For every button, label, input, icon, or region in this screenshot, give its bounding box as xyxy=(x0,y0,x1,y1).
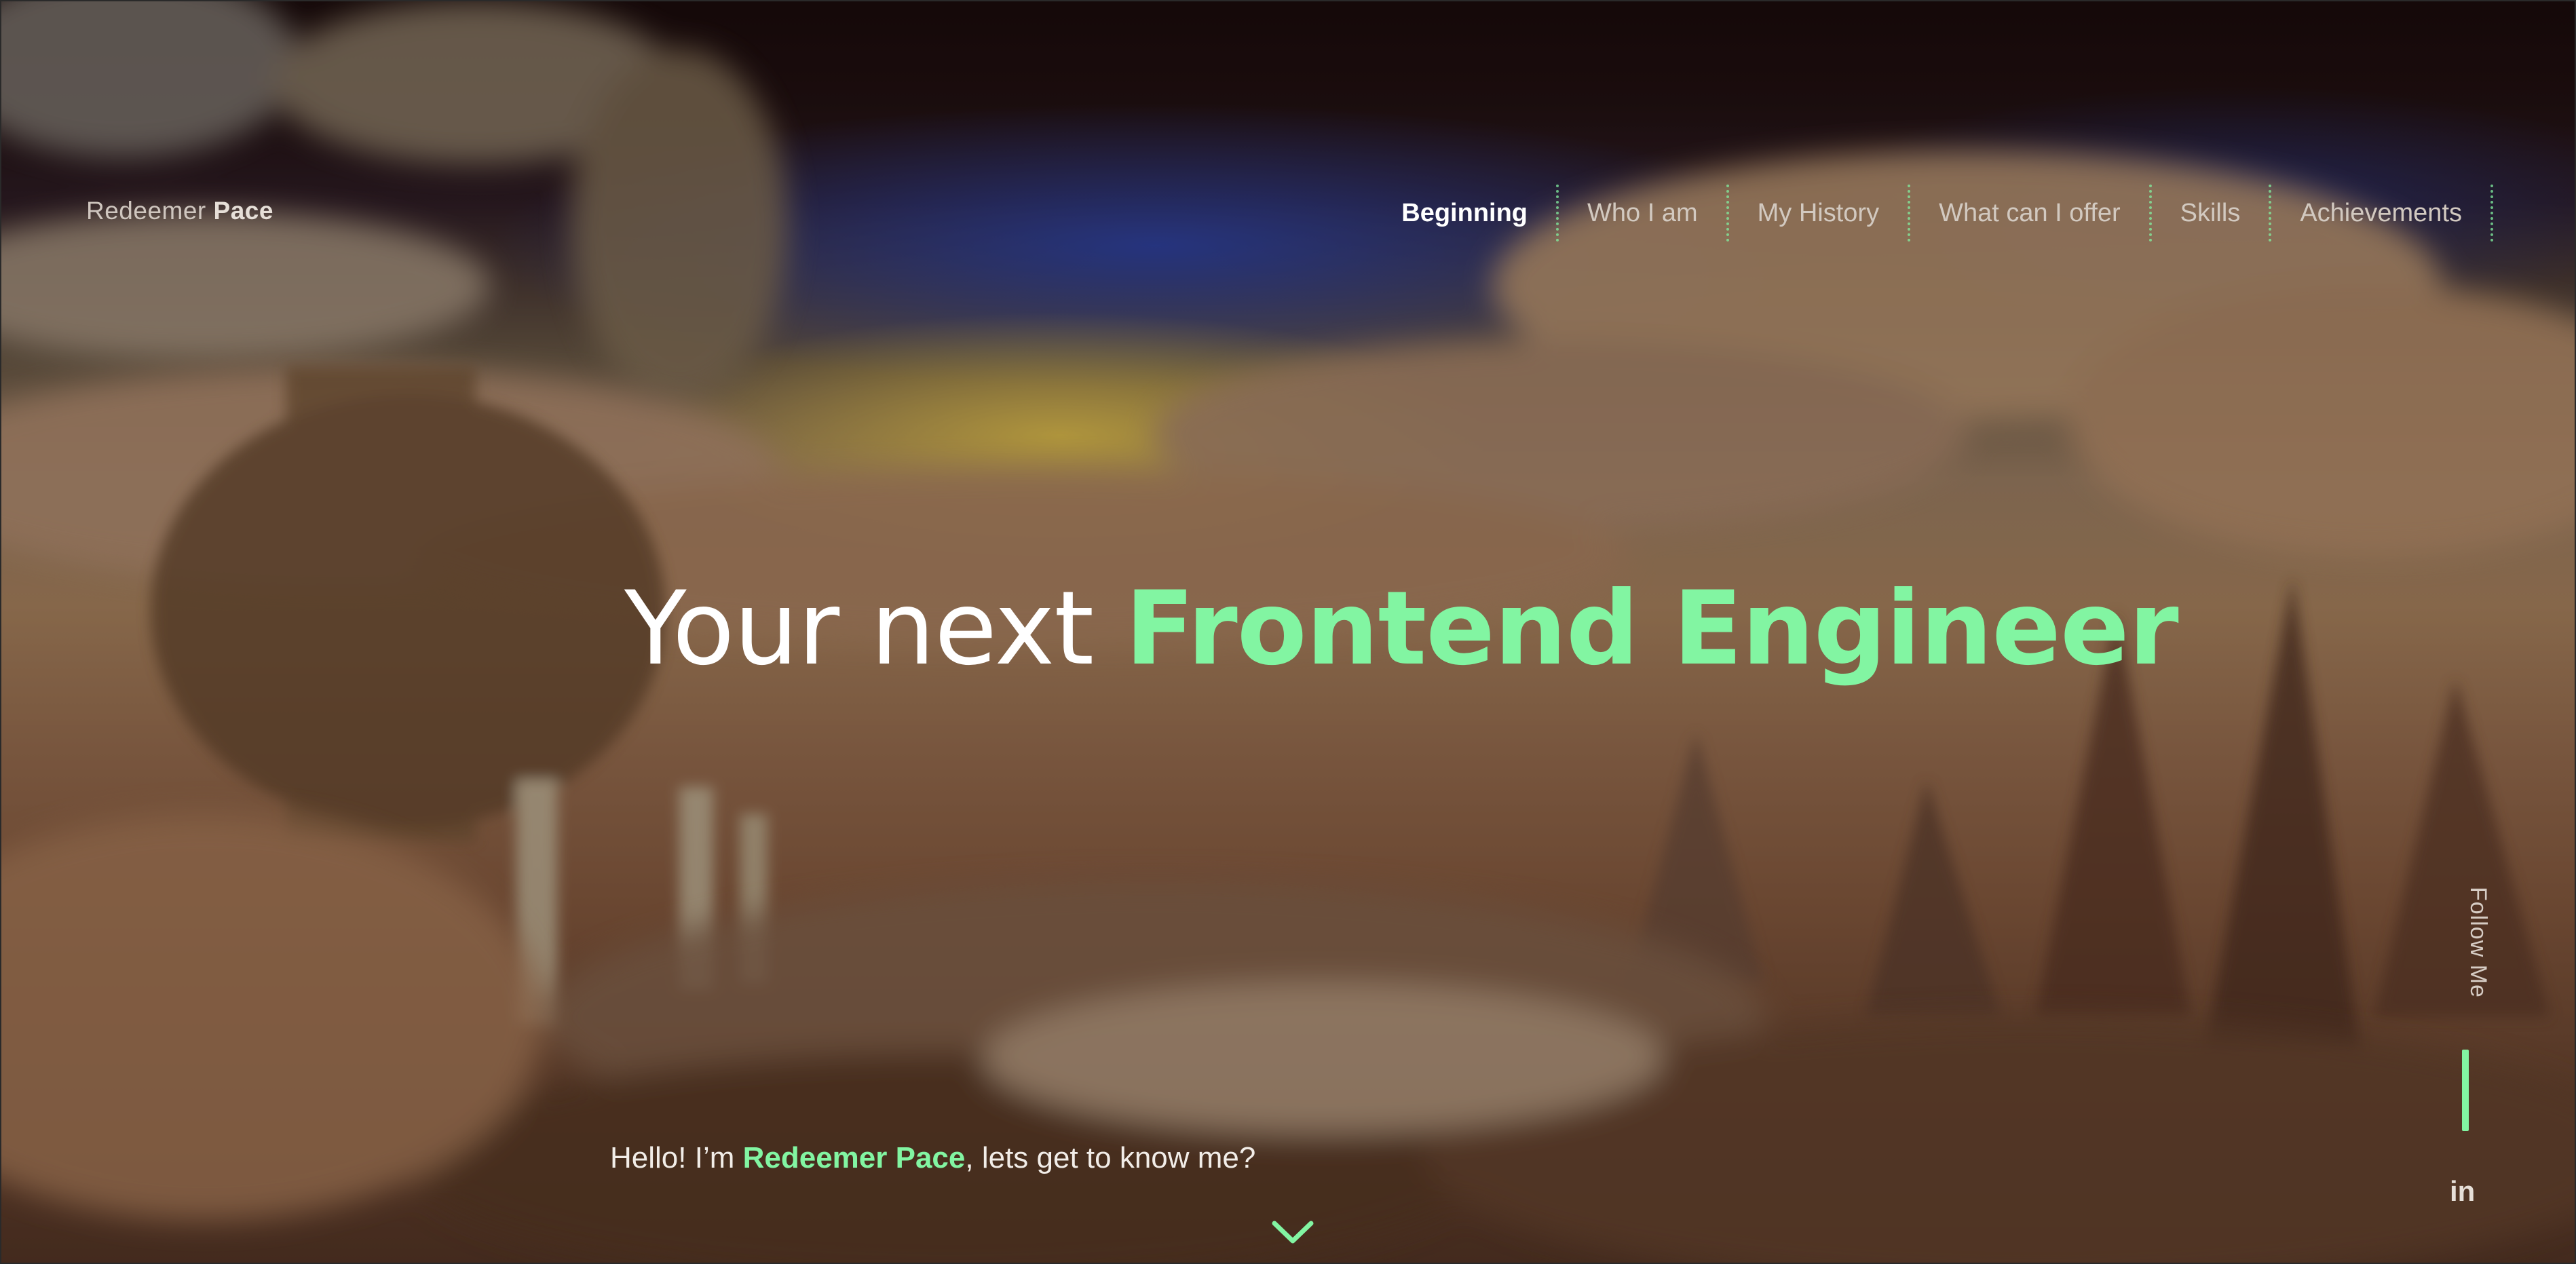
nav-item-what-can-i-offer[interactable]: What can I offer xyxy=(1910,185,2149,242)
landing-page: Redeemer Pace Beginning Who I am My Hist… xyxy=(0,0,2576,1264)
nav-item-who-i-am[interactable]: Who I am xyxy=(1559,185,1726,242)
logo-last-name: Pace xyxy=(213,197,273,225)
intro-prefix: Hello! I’m xyxy=(610,1141,735,1174)
follow-me-label: Follow Me xyxy=(2465,887,2491,998)
follow-me-accent-line xyxy=(2462,1050,2469,1131)
logo-first-name: Redeemer xyxy=(86,197,206,225)
site-logo[interactable]: Redeemer Pace xyxy=(86,197,273,225)
chevron-down-icon xyxy=(1272,1221,1314,1244)
hero-title-prefix: Your next xyxy=(624,570,1094,688)
main-nav: Beginning Who I am My History What can I… xyxy=(1373,185,2493,242)
nav-item-my-history[interactable]: My History xyxy=(1729,185,1908,242)
intro-text: Hello! I’m Redeemer Pace, lets get to kn… xyxy=(610,1141,1255,1175)
nav-item-skills[interactable]: Skills xyxy=(2152,185,2269,242)
intro-name: Redeemer Pace xyxy=(742,1141,966,1174)
hero-title-accent: Frontend Engineer xyxy=(1124,570,2179,688)
nav-item-achievements[interactable]: Achievements xyxy=(2271,185,2490,242)
nav-divider xyxy=(2490,185,2493,242)
intro-suffix: , lets get to know me? xyxy=(965,1141,1256,1174)
linkedin-icon[interactable]: in xyxy=(2450,1175,2475,1208)
hero-title: Your next Frontend Engineer xyxy=(624,578,2179,680)
scroll-down-button[interactable] xyxy=(1270,1219,1315,1246)
nav-item-beginning[interactable]: Beginning xyxy=(1373,185,1556,242)
